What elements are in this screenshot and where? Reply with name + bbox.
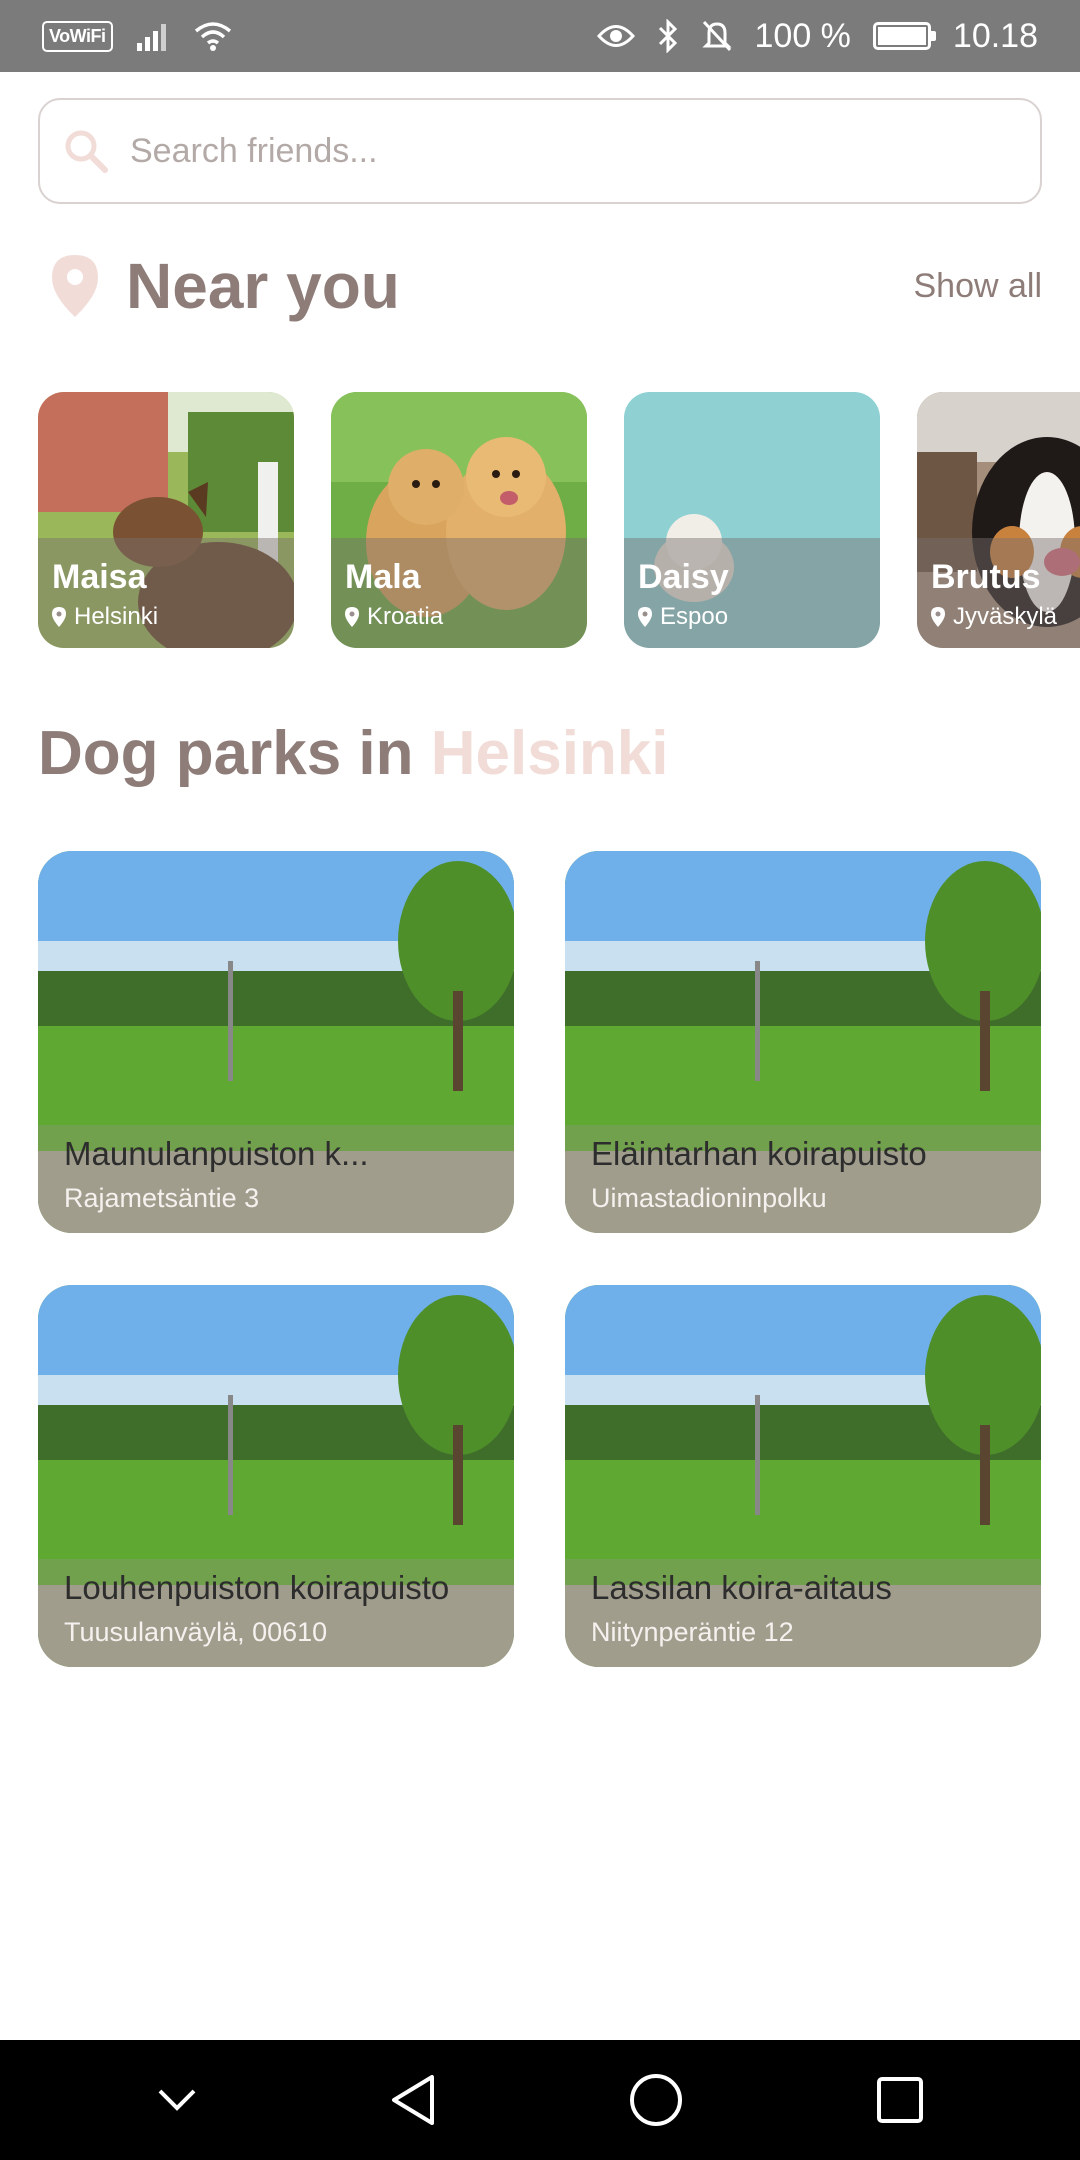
friend-card[interactable]: Mala Kroatia: [331, 392, 587, 648]
dog-parks-city: Helsinki: [430, 719, 669, 788]
navigation-bar: [0, 2040, 1080, 2160]
park-address: Uimastadioninpolku: [591, 1183, 827, 1213]
status-right: 100 % 10.18: [596, 16, 1038, 56]
eye-icon: [596, 25, 635, 47]
status-left: VoWiFi: [42, 20, 233, 52]
clock: 10.18: [952, 16, 1038, 55]
park-name: Louhenpuiston koirapuisto: [64, 1569, 450, 1606]
friend-location: Helsinki: [52, 603, 280, 631]
park-card[interactable]: Lassilan koira-aitaus Niitynperäntie 12: [565, 1285, 1041, 1667]
home-icon[interactable]: [629, 2073, 683, 2127]
location-pin-icon: [931, 607, 945, 627]
friend-info: Brutus Jyväskylä: [917, 538, 1080, 648]
friend-location: Espoo: [638, 603, 866, 631]
friend-location: Jyväskylä: [931, 603, 1080, 631]
bluetooth-icon: [658, 19, 677, 53]
dog-parks-title-prefix: Dog parks in: [38, 719, 431, 788]
battery-level: [877, 27, 926, 45]
friend-name: Mala: [345, 558, 421, 596]
search-icon: [65, 130, 108, 173]
friend-location-text: Jyväskylä: [953, 603, 1058, 630]
location-pin-icon: [52, 607, 66, 627]
park-name: Eläintarhan koirapuisto: [591, 1135, 927, 1172]
friend-location-text: Helsinki: [74, 603, 159, 630]
friend-card[interactable]: Brutus Jyväskylä: [917, 392, 1080, 648]
signal-icon: [136, 24, 166, 51]
friends-carousel[interactable]: Maisa Helsinki Mala Kroatia Daisy Espoo …: [0, 392, 1080, 648]
show-all-link[interactable]: Show all: [913, 267, 1042, 306]
park-name: Lassilan koira-aitaus: [591, 1569, 892, 1606]
friend-card[interactable]: Daisy Espoo: [624, 392, 880, 648]
battery-icon: [872, 22, 936, 50]
collapse-chevron-icon[interactable]: [157, 2088, 197, 2112]
park-info: Lassilan koira-aitaus Niitynperäntie 12: [565, 1559, 1041, 1667]
location-pin-icon: [345, 607, 359, 627]
park-address: Rajametsäntie 3: [64, 1183, 260, 1213]
park-card[interactable]: Louhenpuiston koirapuisto Tuusulanväylä,…: [38, 1285, 514, 1667]
search-input[interactable]: [130, 131, 930, 171]
friend-location-text: Espoo: [660, 603, 729, 630]
near-you-header: Near you Show all: [50, 250, 1042, 322]
park-info: Louhenpuiston koirapuisto Tuusulanväylä,…: [38, 1559, 514, 1667]
vowifi-indicator: VoWiFi: [42, 20, 113, 52]
wifi-icon: [194, 22, 231, 51]
park-info: Eläintarhan koirapuisto Uimastadioninpol…: [565, 1125, 1041, 1233]
park-name: Maunulanpuiston k...: [64, 1135, 369, 1172]
park-address: Tuusulanväylä, 00610: [64, 1617, 328, 1647]
friend-name: Brutus: [931, 558, 1041, 596]
back-icon[interactable]: [390, 2074, 436, 2126]
friend-name: Maisa: [52, 558, 147, 596]
near-you-title: Near you: [126, 250, 400, 322]
location-pin-icon: [638, 607, 652, 627]
status-bar: VoWiFi 100 % 10.18: [0, 0, 1080, 72]
friend-info: Mala Kroatia: [331, 538, 587, 648]
park-address: Niitynperäntie 12: [591, 1617, 794, 1647]
recents-icon[interactable]: [876, 2076, 924, 2124]
friend-info: Daisy Espoo: [624, 538, 880, 648]
friend-location: Kroatia: [345, 603, 573, 631]
friend-name: Daisy: [638, 558, 729, 596]
mute-bell-icon: [701, 20, 732, 52]
friend-location-text: Kroatia: [367, 603, 444, 630]
search-bar[interactable]: [38, 98, 1042, 204]
friend-card[interactable]: Maisa Helsinki: [38, 392, 294, 648]
park-card[interactable]: Eläintarhan koirapuisto Uimastadioninpol…: [565, 851, 1041, 1233]
dog-parks-title: Dog parks in Helsinki: [38, 718, 669, 789]
park-card[interactable]: Maunulanpuiston k... Rajametsäntie 3: [38, 851, 514, 1233]
friend-info: Maisa Helsinki: [38, 538, 294, 648]
battery-percent: 100 %: [754, 16, 851, 55]
location-pin-icon: [52, 255, 98, 317]
park-info: Maunulanpuiston k... Rajametsäntie 3: [38, 1125, 514, 1233]
